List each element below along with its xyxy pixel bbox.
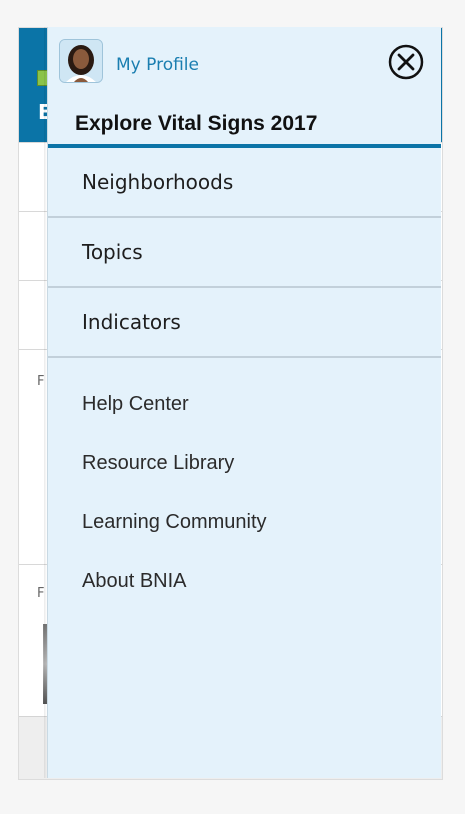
nav-item-indicators[interactable]: Indicators — [48, 288, 441, 358]
link-about-bnia[interactable]: About BNIA — [48, 552, 441, 611]
nav-item-topics[interactable]: Topics — [48, 218, 441, 288]
nav-item-neighborhoods[interactable]: Neighborhoods — [48, 148, 441, 218]
drawer-title: Explore Vital Signs 2017 — [75, 112, 318, 135]
person-avatar-icon[interactable] — [59, 39, 103, 83]
link-resource-library[interactable]: Resource Library — [48, 434, 441, 493]
close-icon[interactable] — [388, 44, 424, 80]
link-help-center[interactable]: Help Center — [48, 375, 441, 434]
secondary-links: Help Center Resource Library Learning Co… — [48, 375, 441, 611]
link-learning-community[interactable]: Learning Community — [48, 493, 441, 552]
my-profile-link[interactable]: My Profile — [59, 39, 199, 83]
my-profile-label[interactable]: My Profile — [116, 55, 199, 75]
navigation-drawer: My Profile Explore Vital Signs 2017 Neig… — [47, 27, 441, 778]
primary-nav: Neighborhoods Topics Indicators — [48, 148, 441, 358]
